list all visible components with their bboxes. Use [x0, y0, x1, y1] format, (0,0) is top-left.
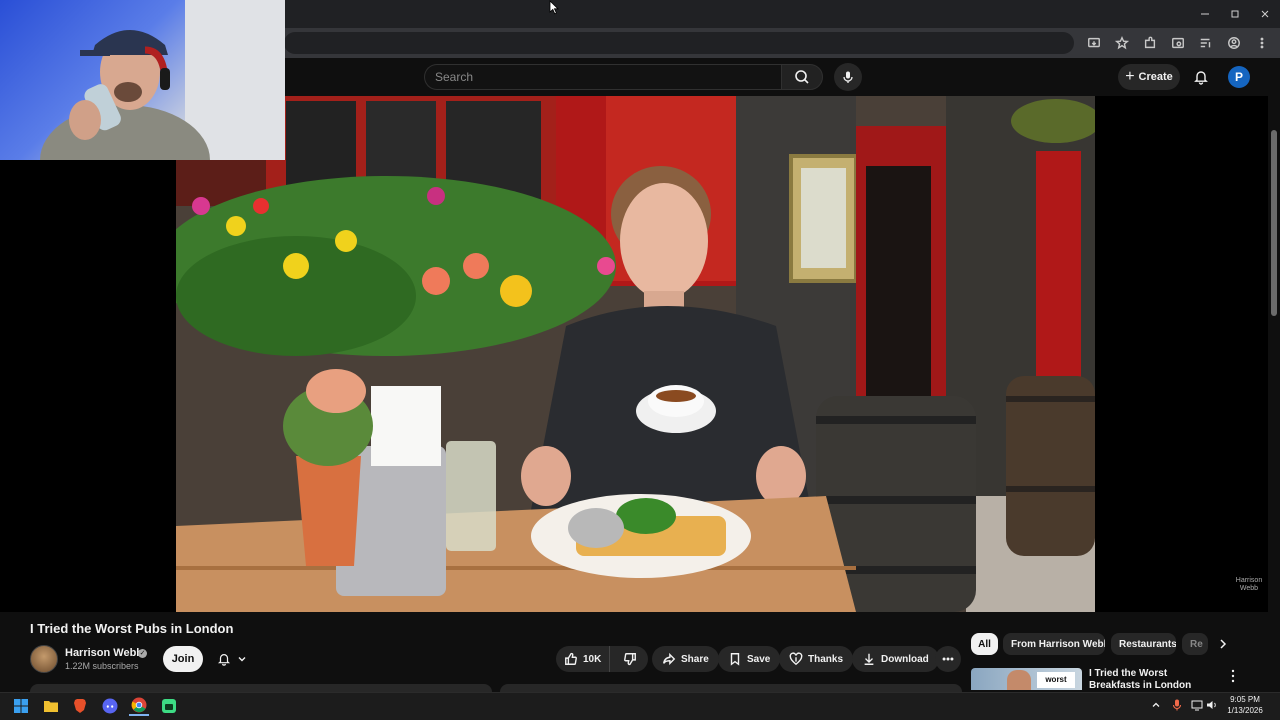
brave-browser-icon[interactable] [70, 696, 90, 716]
thumbnail-person [1007, 670, 1031, 690]
chip-all[interactable]: All [971, 633, 998, 655]
chevron-down-icon [238, 657, 246, 662]
chevron-right-icon [1220, 639, 1227, 649]
media-controls-icon[interactable] [1194, 31, 1218, 55]
dislike-button[interactable] [615, 646, 645, 672]
clock-date: 1/13/2026 [1227, 706, 1263, 715]
thanks-label: Thanks [808, 653, 844, 665]
tray-overflow-chevron-icon[interactable] [1148, 697, 1164, 713]
subscription-notifications-button[interactable] [208, 646, 256, 672]
thanks-button[interactable]: Thanks [779, 646, 854, 672]
recommendation-title[interactable]: I Tried the Worst Breakfasts in London [1089, 668, 1219, 690]
download-icon [864, 653, 874, 665]
more-actions-button[interactable] [935, 646, 961, 672]
create-button[interactable]: + Create [1118, 64, 1180, 90]
channel-name[interactable]: Harrison Webb [65, 647, 143, 659]
join-button[interactable]: Join [163, 646, 203, 672]
webcam-person-image [40, 30, 210, 160]
restore-button[interactable] [1220, 0, 1250, 28]
plus-icon: + [1125, 68, 1135, 85]
video-title: I Tried the Worst Pubs in London [30, 621, 234, 636]
webcam-overlay [0, 0, 285, 160]
thumbs-up-icon [565, 652, 577, 665]
search-input[interactable] [424, 64, 782, 90]
profile-icon[interactable] [1222, 31, 1246, 55]
share-button[interactable]: Share [652, 646, 719, 672]
install-app-icon[interactable] [1082, 31, 1106, 55]
more-vertical-icon [1231, 669, 1235, 683]
thumbs-down-icon [624, 653, 637, 666]
window-controls [1190, 0, 1280, 28]
chrome-icon[interactable] [129, 696, 149, 716]
mouse-cursor-icon [549, 0, 559, 15]
like-button[interactable]: 10K [556, 646, 611, 672]
recommendation-thumbnail[interactable]: worst [971, 668, 1082, 690]
thumbnail-text-badge: worst [1037, 672, 1075, 688]
share-label: Share [681, 653, 709, 665]
comments-box[interactable] [500, 684, 962, 692]
windows-taskbar [0, 692, 1280, 720]
bookmark-star-icon[interactable] [1110, 31, 1134, 55]
android-studio-icon[interactable] [159, 696, 179, 716]
chip-truncated[interactable]: Re [1182, 633, 1208, 655]
description-box[interactable] [30, 684, 492, 692]
file-explorer-icon[interactable] [41, 696, 61, 716]
share-icon [663, 652, 676, 666]
watermark-line-2: Webb [1239, 585, 1259, 592]
thanks-heart-dollar-icon [789, 652, 803, 666]
network-icon[interactable] [1189, 697, 1205, 713]
video-scene-image [176, 96, 1095, 612]
taskbar-clock[interactable]: 9:05 PM 1/13/2026 [1222, 694, 1268, 716]
account-avatar[interactable]: P [1228, 66, 1250, 88]
bell-icon [217, 654, 231, 666]
chip-restaurants[interactable]: Restaurants [1111, 633, 1176, 655]
watermark-line-1: Harrison [1235, 577, 1263, 584]
like-count: 10K [583, 653, 602, 665]
voice-search-button[interactable] [834, 63, 862, 91]
page-scrollbar[interactable] [1268, 58, 1280, 692]
close-button[interactable] [1250, 0, 1280, 28]
channel-avatar[interactable] [30, 645, 58, 673]
browser-toolbar-icons [1082, 30, 1274, 56]
recommendation-menu-button[interactable] [1227, 668, 1239, 684]
discord-icon[interactable] [100, 696, 120, 716]
search-button[interactable] [781, 64, 823, 90]
video-frame[interactable] [176, 96, 1095, 612]
microphone-icon [843, 71, 853, 83]
chips-next-button[interactable] [1212, 633, 1234, 655]
bookmark-icon [730, 653, 740, 666]
browser-menu-icon[interactable] [1250, 31, 1274, 55]
like-dislike-group: 10K [556, 646, 648, 672]
clock-time: 9:05 PM [1230, 695, 1260, 704]
create-label: Create [1138, 71, 1173, 83]
minimize-button[interactable] [1190, 0, 1220, 28]
save-button[interactable]: Save [718, 646, 781, 672]
verified-badge-icon: ✓ [138, 649, 147, 658]
extensions-icon[interactable] [1138, 31, 1162, 55]
video-watermark: Harrison Webb [1230, 577, 1268, 593]
microphone-in-use-icon[interactable] [1169, 697, 1185, 713]
notifications-button[interactable] [1190, 66, 1212, 88]
windows-start-icon[interactable] [11, 696, 31, 716]
chip-from-channel[interactable]: From Harrison Webb [1003, 633, 1105, 655]
download-label: Download [881, 653, 929, 665]
side-panel-icon[interactable] [1166, 31, 1190, 55]
download-button[interactable]: Download [852, 646, 939, 672]
scrollbar-thumb[interactable] [1271, 130, 1277, 316]
bell-icon [1194, 71, 1208, 85]
address-bar[interactable] [284, 32, 1074, 54]
more-horizontal-icon [942, 657, 954, 661]
search-icon [795, 70, 809, 84]
subscriber-count: 1.22M subscribers [65, 661, 139, 671]
save-label: Save [747, 653, 771, 665]
volume-icon[interactable] [1204, 697, 1220, 713]
